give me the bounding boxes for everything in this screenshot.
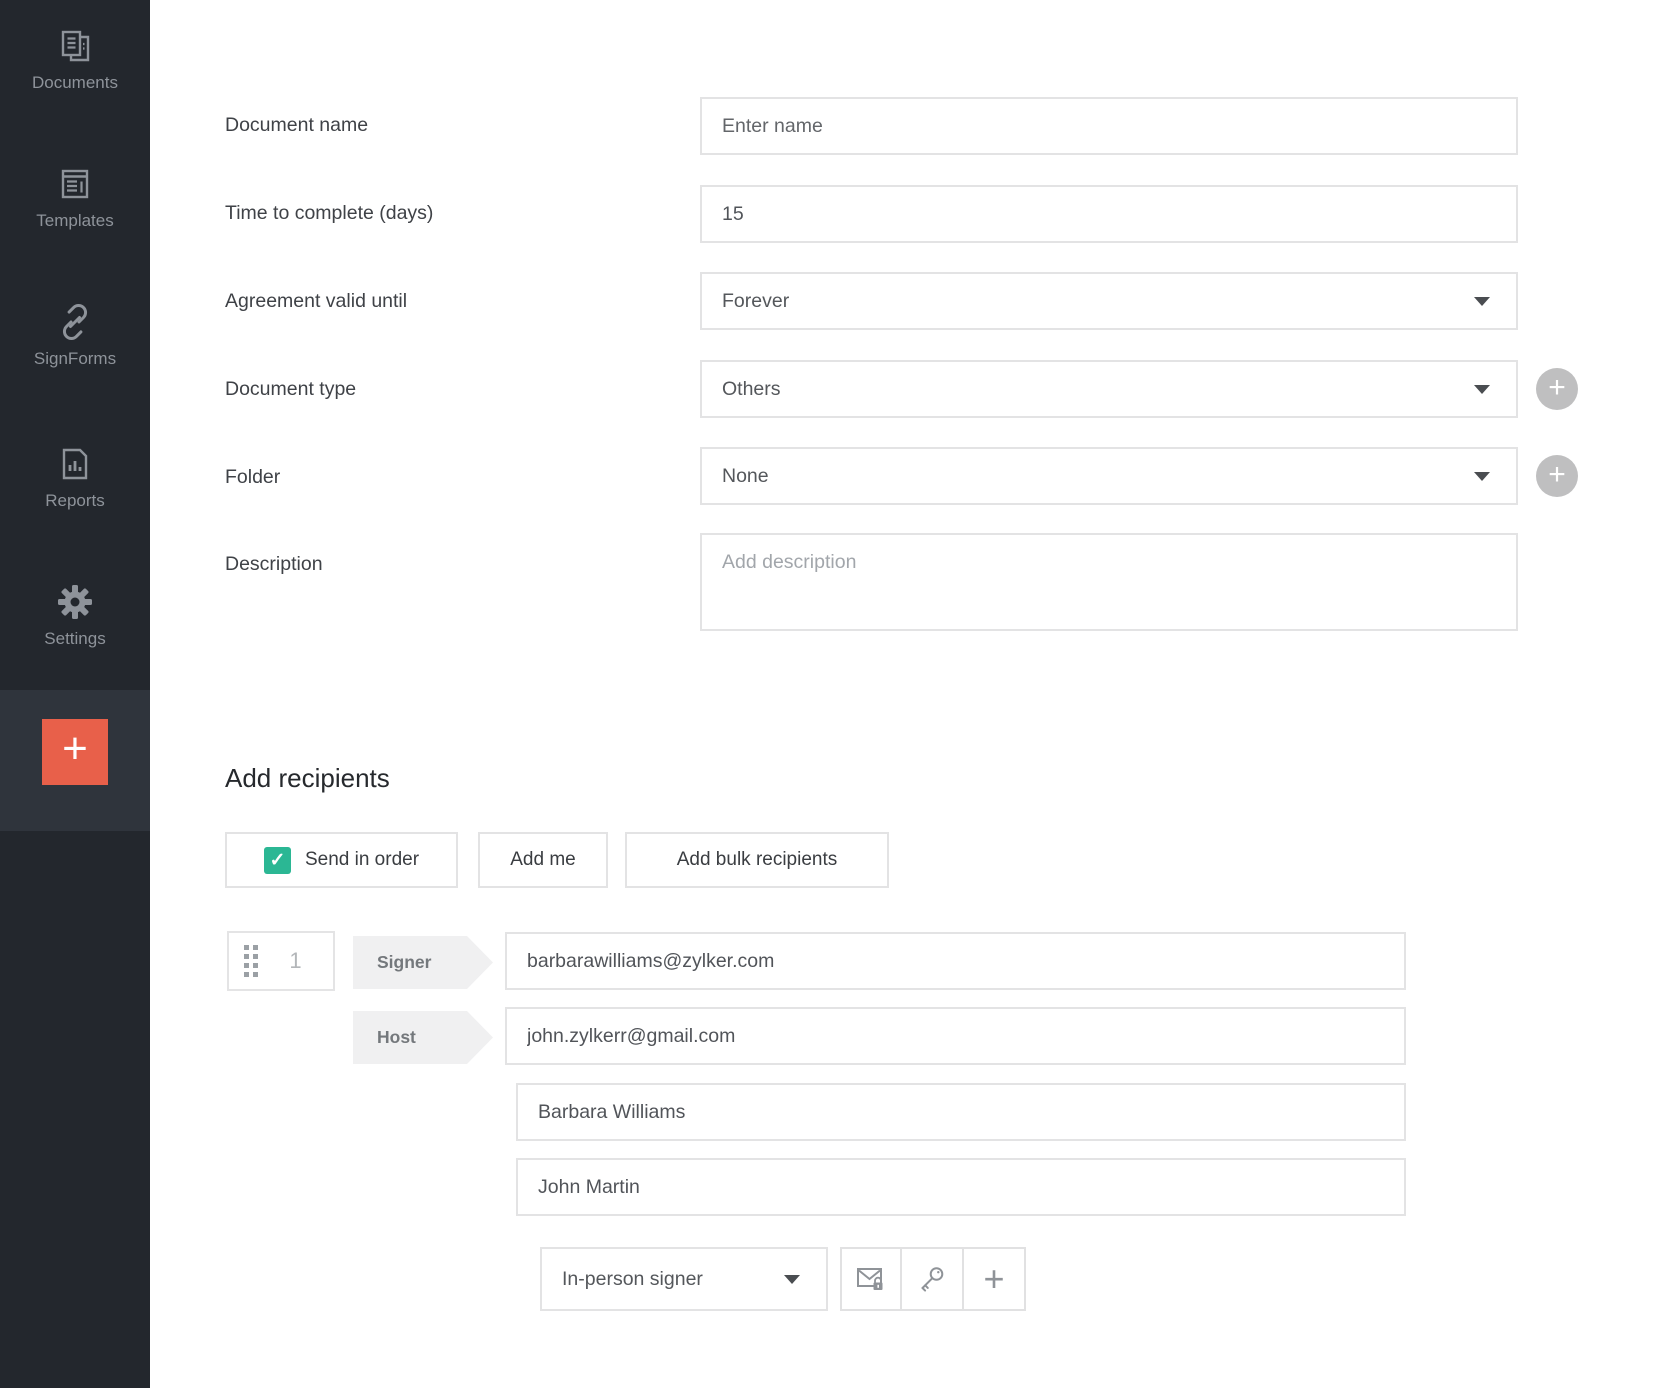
private-message-button[interactable] — [840, 1247, 902, 1311]
time-to-complete-label: Time to complete (days) — [225, 202, 433, 225]
plus-icon: + — [62, 724, 88, 773]
description-textarea[interactable] — [700, 533, 1518, 631]
check-icon: ✓ — [269, 850, 285, 871]
sidebar-item-label: Documents — [0, 73, 150, 93]
zoho-sign-create-document-page: Documents Templates SignF — [0, 0, 1680, 1388]
sidebar-active-section: + — [0, 690, 150, 831]
folder-value: None — [722, 465, 1474, 488]
add-recipient-row-button[interactable]: + — [964, 1247, 1026, 1311]
document-type-select[interactable]: Others — [700, 360, 1518, 418]
recipient-actions-group: + — [840, 1247, 1026, 1311]
sidebar: Documents Templates SignF — [0, 0, 150, 1388]
agreement-valid-value: Forever — [722, 290, 1474, 313]
sidebar-item-reports[interactable]: Reports — [0, 444, 150, 511]
host-name-input[interactable] — [516, 1158, 1406, 1216]
agreement-valid-label: Agreement valid until — [225, 290, 407, 313]
signer-email-input[interactable] — [505, 932, 1406, 990]
authentication-button[interactable] — [902, 1247, 964, 1311]
sidebar-item-label: Templates — [0, 211, 150, 231]
host-email-input[interactable] — [505, 1007, 1406, 1065]
sidebar-item-documents[interactable]: Documents — [0, 26, 150, 93]
sidebar-item-label: Reports — [0, 491, 150, 511]
settings-icon — [55, 582, 95, 622]
chevron-down-icon — [1474, 297, 1490, 306]
folder-select[interactable]: None — [700, 447, 1518, 505]
agreement-valid-select[interactable]: Forever — [700, 272, 1518, 330]
host-role-tag: Host — [353, 1011, 493, 1064]
add-me-label: Add me — [510, 849, 575, 871]
sidebar-item-settings[interactable]: Settings — [0, 582, 150, 649]
folder-label: Folder — [225, 466, 280, 489]
recipient-order-box: 1 — [227, 931, 335, 991]
send-in-order-label: Send in order — [305, 849, 419, 871]
signer-type-value: In-person signer — [562, 1268, 784, 1291]
templates-icon — [55, 164, 95, 204]
document-type-value: Others — [722, 378, 1474, 401]
signer-role-tag: Signer — [353, 936, 493, 989]
sidebar-item-label: Settings — [0, 629, 150, 649]
send-in-order-toggle[interactable]: ✓ Send in order — [225, 832, 458, 888]
sidebar-item-signforms[interactable]: SignForms — [0, 302, 150, 369]
drag-handle-icon[interactable] — [244, 945, 258, 977]
document-name-label: Document name — [225, 114, 368, 137]
recipient-name-input[interactable] — [516, 1083, 1406, 1141]
plus-icon: + — [983, 1261, 1004, 1297]
document-type-label: Document type — [225, 378, 356, 401]
sidebar-item-templates[interactable]: Templates — [0, 164, 150, 231]
send-in-order-checkbox[interactable]: ✓ — [264, 847, 291, 874]
key-icon — [917, 1264, 947, 1294]
add-document-type-button[interactable]: + — [1536, 368, 1578, 410]
chevron-down-icon — [1474, 472, 1490, 481]
chevron-down-icon — [784, 1275, 800, 1284]
description-label: Description — [225, 553, 323, 576]
signer-type-select[interactable]: In-person signer — [540, 1247, 828, 1311]
add-new-button[interactable]: + — [42, 719, 108, 785]
sidebar-item-label: SignForms — [0, 349, 150, 369]
add-recipients-heading: Add recipients — [225, 763, 390, 794]
add-folder-button[interactable]: + — [1536, 455, 1578, 497]
time-to-complete-input[interactable] — [700, 185, 1518, 243]
add-bulk-recipients-button[interactable]: Add bulk recipients — [625, 832, 889, 888]
documents-icon — [55, 26, 95, 66]
add-bulk-recipients-label: Add bulk recipients — [677, 849, 838, 871]
add-me-button[interactable]: Add me — [478, 832, 608, 888]
signforms-icon — [55, 302, 95, 342]
reports-icon — [55, 444, 95, 484]
plus-icon: + — [1548, 371, 1566, 404]
document-name-input[interactable] — [700, 97, 1518, 155]
plus-icon: + — [1548, 458, 1566, 491]
chevron-down-icon — [1474, 385, 1490, 394]
recipient-order-number: 1 — [258, 948, 333, 974]
mail-lock-icon — [855, 1265, 887, 1293]
